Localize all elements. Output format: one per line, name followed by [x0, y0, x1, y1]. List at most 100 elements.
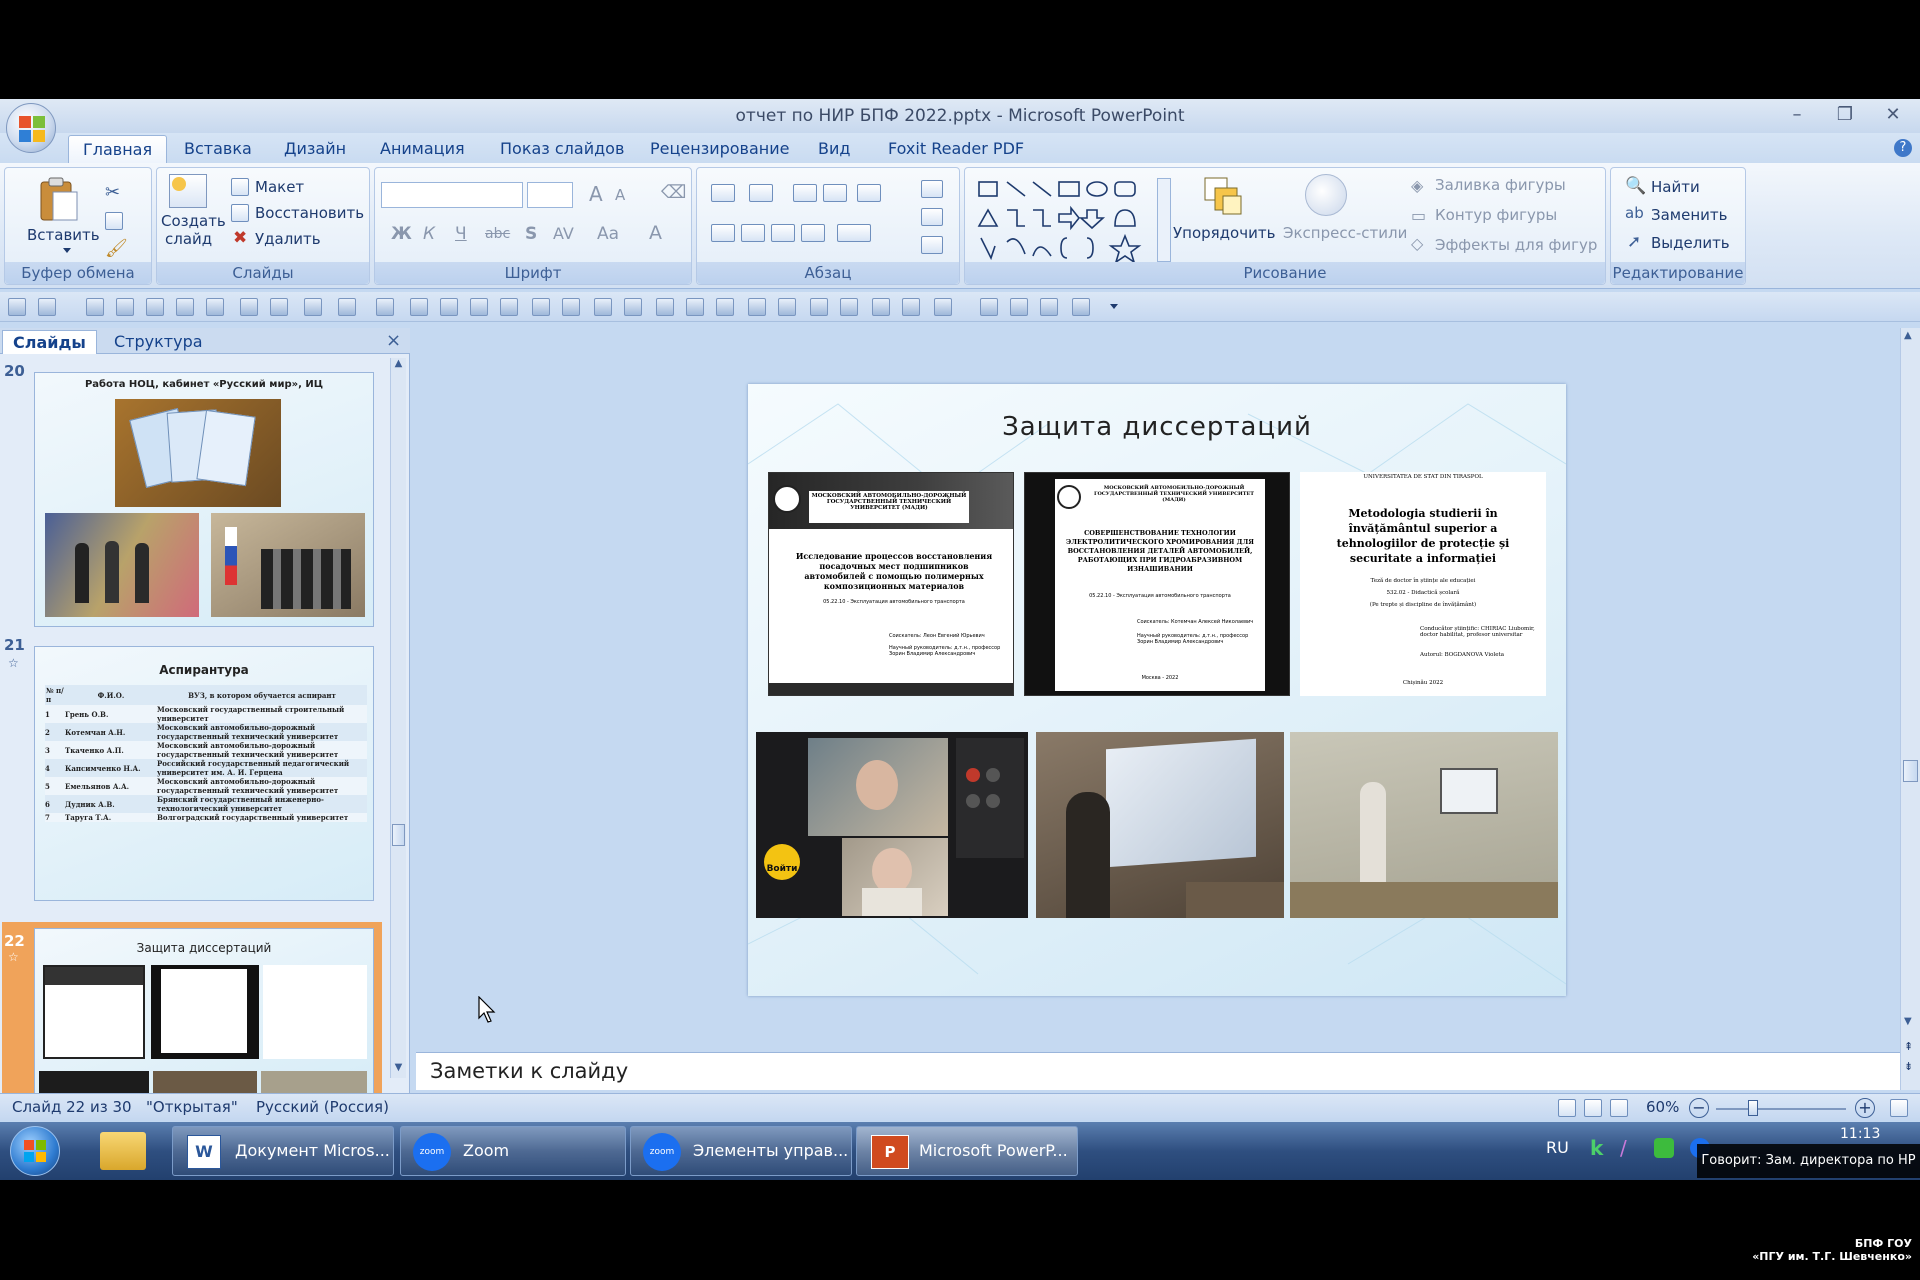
- paste-special-icon[interactable]: [980, 298, 998, 316]
- canvas-scroll-up-icon[interactable]: ▲: [1904, 330, 1912, 341]
- office-button[interactable]: [6, 103, 56, 153]
- close-button[interactable]: ✕: [1878, 103, 1908, 127]
- redo-icon[interactable]: [86, 298, 104, 316]
- copy-layer-icon[interactable]: [686, 298, 704, 316]
- tab-slides[interactable]: Слайды: [2, 330, 97, 354]
- help-icon[interactable]: ?: [1894, 139, 1912, 157]
- tab-foxit[interactable]: Foxit Reader PDF: [874, 135, 1038, 163]
- slide-thumbnail-20[interactable]: Работа НОЦ, кабинет «Русский мир», ИЦ: [34, 372, 374, 627]
- tab-insert[interactable]: Вставка: [170, 135, 266, 163]
- zoom-out-icon[interactable]: −: [1689, 1098, 1709, 1118]
- previous-slide-icon[interactable]: ⇞: [1904, 1040, 1913, 1053]
- tray-chat-icon[interactable]: [1654, 1138, 1674, 1158]
- panel-scroll-up-icon[interactable]: ▲: [391, 358, 406, 372]
- panel-close-icon[interactable]: ×: [386, 330, 401, 351]
- align-text-icon[interactable]: [921, 208, 943, 226]
- zoom-level[interactable]: 60%: [1646, 1098, 1679, 1116]
- bold-button[interactable]: Ж: [391, 224, 412, 244]
- layer-icon[interactable]: [656, 298, 674, 316]
- font-color-button[interactable]: A: [649, 222, 662, 244]
- spelling-check-icon[interactable]: [562, 298, 580, 316]
- layout-button[interactable]: Макет: [255, 178, 304, 196]
- distribute-icon[interactable]: [840, 298, 858, 316]
- italic-button[interactable]: К: [423, 224, 435, 244]
- sorter-view-icon[interactable]: [1584, 1099, 1602, 1117]
- font-size-select[interactable]: [527, 182, 573, 208]
- resize-icon[interactable]: [810, 298, 828, 316]
- strikethrough-button[interactable]: abc: [485, 226, 510, 242]
- notes-pane[interactable]: Заметки к слайду: [416, 1052, 1900, 1090]
- panel-scroll-thumb[interactable]: [392, 824, 405, 846]
- clear-format-icon[interactable]: ⌫: [661, 182, 686, 203]
- taskbar-word[interactable]: W Документ Micros...: [172, 1126, 394, 1176]
- open-icon[interactable]: [594, 298, 612, 316]
- delete-slide-button[interactable]: Удалить: [255, 230, 321, 248]
- save-icon[interactable]: [8, 298, 26, 316]
- tab-home[interactable]: Главная: [68, 135, 168, 163]
- shapes-scroll[interactable]: [1157, 178, 1171, 262]
- outline-icon[interactable]: [624, 298, 642, 316]
- slide-thumbnail-21[interactable]: Аспирантура № п/п Ф.И.О. ВУЗ, в котором …: [34, 646, 374, 901]
- customize-toolbar-icon[interactable]: [1110, 304, 1118, 310]
- undo-icon[interactable]: [38, 298, 56, 316]
- new-slide-button-line2[interactable]: слайд: [165, 230, 212, 248]
- arrange-button[interactable]: Упорядочить: [1173, 224, 1275, 242]
- increase-indent-icon[interactable]: [823, 184, 847, 202]
- format-painter-icon[interactable]: 🖌: [105, 238, 128, 259]
- canvas-scroll-thumb[interactable]: [1903, 760, 1918, 782]
- print-icon[interactable]: [116, 298, 134, 316]
- columns-icon[interactable]: [837, 224, 871, 242]
- taskbar-zoom[interactable]: zoom Zoom: [400, 1126, 626, 1176]
- next-slide-icon[interactable]: ⇟: [1904, 1060, 1913, 1073]
- panel-scroll-down-icon[interactable]: ▼: [391, 1062, 406, 1076]
- reset-button[interactable]: Восстановить: [255, 204, 364, 222]
- slideshow-view-icon[interactable]: [1610, 1099, 1628, 1117]
- tab-design[interactable]: Дизайн: [270, 135, 360, 163]
- chart-icon[interactable]: [304, 298, 322, 316]
- shape-effects-button[interactable]: Эффекты для фигур: [1435, 236, 1597, 254]
- hand-icon[interactable]: [1040, 298, 1058, 316]
- find-small-icon[interactable]: [778, 298, 796, 316]
- textbox-icon[interactable]: [440, 298, 458, 316]
- cut-icon[interactable]: ✂: [105, 182, 120, 203]
- edit-icon[interactable]: [470, 298, 488, 316]
- tab-review[interactable]: Рецензирование: [636, 135, 803, 163]
- canvas-scrollbar[interactable]: ▲ ▼ ⇞ ⇟: [1900, 328, 1920, 1090]
- underline-button[interactable]: Ч: [455, 224, 467, 244]
- spell-icon[interactable]: [176, 298, 194, 316]
- shape-outline-button[interactable]: Контур фигуры: [1435, 206, 1557, 224]
- decrease-indent-icon[interactable]: [793, 184, 817, 202]
- align-icon[interactable]: [872, 298, 890, 316]
- select-button[interactable]: Выделить: [1651, 234, 1730, 252]
- copy-icon[interactable]: [105, 212, 123, 230]
- change-case-button[interactable]: Aa: [597, 224, 619, 244]
- zoom-icon[interactable]: [748, 298, 766, 316]
- language-status[interactable]: Русский (Россия): [256, 1098, 389, 1116]
- font-name-select[interactable]: [381, 182, 523, 208]
- text-direction-icon[interactable]: [921, 180, 943, 198]
- bring-front-icon[interactable]: [376, 298, 394, 316]
- fit-window-icon[interactable]: [1890, 1099, 1908, 1117]
- find-button[interactable]: Найти: [1651, 178, 1700, 196]
- smartart-icon[interactable]: [921, 236, 943, 254]
- paste-layer-icon[interactable]: [716, 298, 734, 316]
- link-icon[interactable]: [532, 298, 550, 316]
- new-slide-button[interactable]: Создать: [161, 212, 226, 230]
- restore-button[interactable]: ❐: [1830, 103, 1860, 127]
- table-icon[interactable]: [270, 298, 288, 316]
- picture-icon[interactable]: [206, 298, 224, 316]
- new-slide-small-icon[interactable]: [934, 298, 952, 316]
- paste-button[interactable]: Вставить: [27, 226, 100, 244]
- tab-slideshow[interactable]: Показ слайдов: [486, 135, 638, 163]
- quick-styles-button[interactable]: Экспресс-стили: [1283, 224, 1407, 242]
- taskbar-powerpoint[interactable]: P Microsoft PowerP...: [856, 1126, 1078, 1176]
- minimize-button[interactable]: –: [1782, 103, 1812, 127]
- zoom-slider-track[interactable]: [1716, 1108, 1846, 1110]
- zoom-in-icon[interactable]: +: [1855, 1098, 1875, 1118]
- normal-view-icon[interactable]: [1558, 1099, 1576, 1117]
- export-icon[interactable]: [1072, 298, 1090, 316]
- group-icon[interactable]: [338, 298, 356, 316]
- page-icon[interactable]: [902, 298, 920, 316]
- animation-icon[interactable]: [1010, 298, 1028, 316]
- tab-animation[interactable]: Анимация: [366, 135, 479, 163]
